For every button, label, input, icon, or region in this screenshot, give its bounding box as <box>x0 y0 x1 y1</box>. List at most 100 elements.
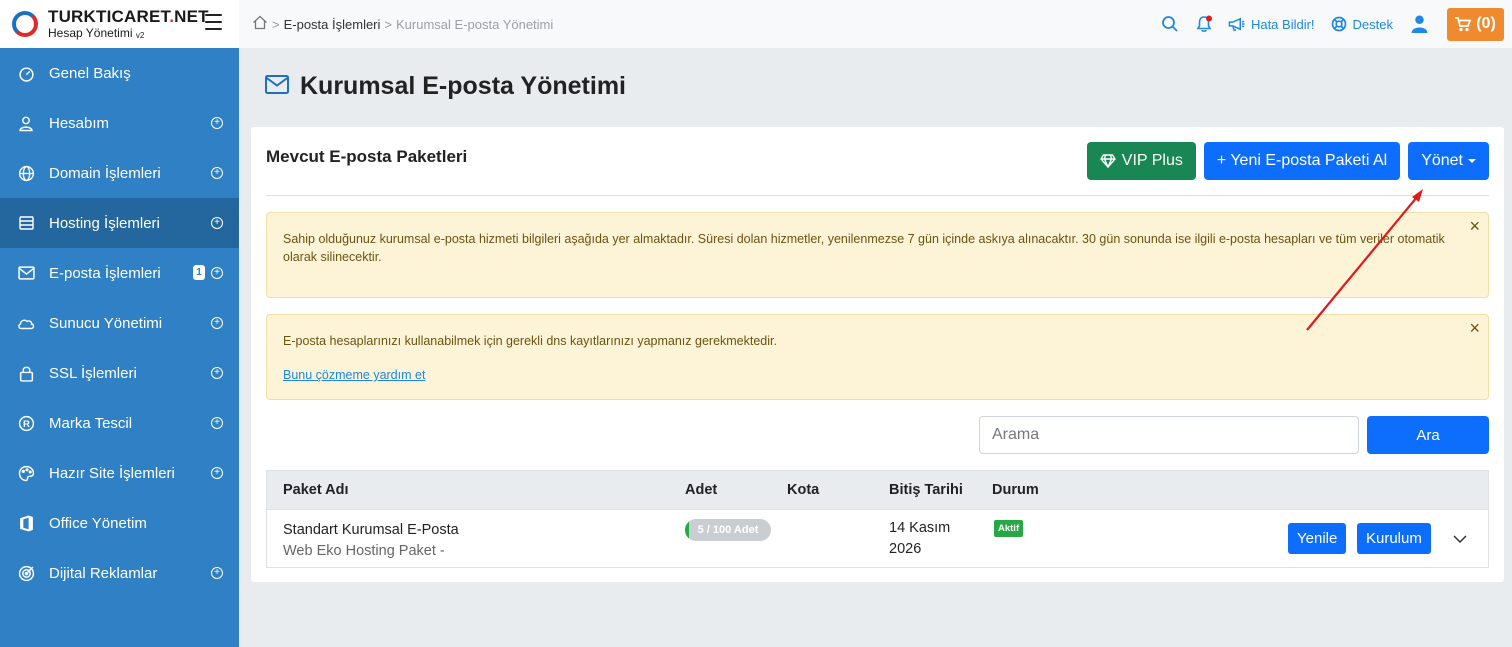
breadcrumb-separator: > <box>384 16 392 32</box>
column-header-status: Durum <box>992 482 1039 498</box>
expand-plus-icon[interactable]: + <box>211 467 223 479</box>
package-subname: Web Eko Hosting Paket - <box>283 543 445 559</box>
manage-dropdown-button[interactable]: Yönet <box>1408 142 1489 180</box>
email-packages-card: Mevcut E-posta Paketleri VIP Plus + Yeni… <box>251 127 1504 582</box>
globe-icon <box>17 164 35 182</box>
expiry-warning-alert: Sahip olduğunuz kurumsal e-posta hizmeti… <box>266 212 1489 298</box>
brand-name-main: TURKTICARET <box>48 7 170 26</box>
envelope-icon <box>265 74 289 99</box>
alert-text: Sahip olduğunuz kurumsal e-posta hizmeti… <box>283 232 1445 264</box>
sidebar-item-hazir-site[interactable]: Hazır Site İşlemleri + <box>0 448 239 498</box>
breadcrumb-current: Kurumsal E-posta Yönetimi <box>396 16 554 32</box>
expand-plus-icon[interactable]: + <box>211 267 223 279</box>
report-bug-label: Hata Bildir! <box>1250 16 1315 32</box>
sidebar-item-label: Hosting İşlemleri <box>49 214 160 232</box>
sidebar-item-hesabim[interactable]: Hesabım + <box>0 98 239 148</box>
package-name: Standart Kurumsal E-Posta <box>283 522 459 538</box>
home-icon[interactable] <box>252 15 268 33</box>
brand-version: v2 <box>135 31 145 40</box>
close-icon[interactable]: × <box>1469 319 1480 337</box>
sidebar-item-label: E-posta İşlemleri <box>49 264 161 282</box>
hamburger-menu-icon[interactable] <box>205 14 222 30</box>
expand-plus-icon[interactable]: + <box>211 417 223 429</box>
sidebar-item-label: SSL İşlemleri <box>49 364 137 382</box>
dashboard-icon <box>17 64 35 82</box>
alert-text: E-posta hesaplarınızı kullanabilmek için… <box>283 334 777 348</box>
breadcrumb-parent[interactable]: E-posta İşlemleri <box>284 17 381 32</box>
sidebar-item-label: Hesabım <box>49 114 110 132</box>
sidebar-item-dijital-reklamlar[interactable]: Dijital Reklamlar + <box>0 548 239 598</box>
report-bug-link[interactable]: Hata Bildir! <box>1228 17 1315 32</box>
brand-logo-icon[interactable] <box>12 11 38 37</box>
brand-name-tld: NET <box>174 7 209 26</box>
cart-button[interactable]: (0) <box>1447 7 1504 41</box>
sidebar-item-hosting[interactable]: Hosting İşlemleri + <box>0 198 239 248</box>
card-title: Mevcut E-posta Paketleri <box>266 147 468 166</box>
page-title: Kurumsal E-posta Yönetimi <box>300 72 626 100</box>
brand-header: TURKTICARET.NET Hesap Yönetimi v2 <box>0 0 239 48</box>
search-input[interactable] <box>979 416 1359 454</box>
page-header: Kurumsal E-posta Yönetimi <box>265 72 626 101</box>
user-icon <box>17 114 35 132</box>
support-link[interactable]: Destek <box>1331 16 1393 32</box>
column-header-end-date: Bitiş Tarihi <box>889 482 963 498</box>
sidebar: TURKTICARET.NET Hesap Yönetimi v2 Genel … <box>0 0 239 647</box>
breadcrumb: > E-posta İşlemleri > Kurumsal E-posta Y… <box>239 15 553 33</box>
envelope-icon <box>17 264 35 282</box>
status-badge: Aktif <box>994 520 1024 537</box>
target-icon <box>17 564 35 582</box>
sidebar-item-domain[interactable]: Domain İşlemleri + <box>0 148 239 198</box>
sidebar-item-label: Domain İşlemleri <box>49 164 161 182</box>
sidebar-item-eposta[interactable]: E-posta İşlemleri 1 + <box>0 248 239 298</box>
top-bar: > E-posta İşlemleri > Kurumsal E-posta Y… <box>239 0 1512 48</box>
table-header: Paket Adı Adet Kota Bitiş Tarihi Durum <box>267 471 1488 509</box>
chevron-down-icon[interactable] <box>1453 532 1467 544</box>
vip-plus-label: VIP Plus <box>1121 152 1183 169</box>
packages-table: Paket Adı Adet Kota Bitiş Tarihi Durum S… <box>266 470 1489 568</box>
brand-subtitle: Hesap Yönetimi v2 <box>48 27 209 40</box>
expand-plus-icon[interactable]: + <box>211 567 223 579</box>
help-link[interactable]: Bunu çözmeme yardım et <box>283 366 425 384</box>
column-header-name: Paket Adı <box>283 482 349 498</box>
new-email-package-button[interactable]: + Yeni E-posta Paketi Al <box>1203 142 1401 180</box>
svg-text:R: R <box>23 419 30 430</box>
setup-button[interactable]: Kurulum <box>1357 523 1431 554</box>
dns-warning-alert: E-posta hesaplarınızı kullanabilmek için… <box>266 314 1489 400</box>
expand-plus-icon[interactable]: + <box>211 117 223 129</box>
brand-subtitle-text: Hesap Yönetimi <box>48 26 133 40</box>
sidebar-item-label: Dijital Reklamlar <box>49 564 158 582</box>
top-actions: Hata Bildir! Destek (0) <box>1160 0 1504 48</box>
vip-plus-button[interactable]: VIP Plus <box>1086 142 1196 180</box>
sidebar-item-marka-tescil[interactable]: R Marka Tescil + <box>0 398 239 448</box>
expand-plus-icon[interactable]: + <box>211 217 223 229</box>
sidebar-item-genel-bakis[interactable]: Genel Bakış <box>0 48 239 98</box>
office-icon <box>17 514 35 532</box>
expand-plus-icon[interactable]: + <box>211 167 223 179</box>
search-icon[interactable] <box>1160 14 1180 34</box>
end-date-line1: 14 Kasım <box>889 520 951 536</box>
renew-button[interactable]: Yenile <box>1288 523 1347 554</box>
search-button[interactable]: Ara <box>1367 416 1489 454</box>
manage-label: Yönet <box>1421 152 1463 169</box>
lock-icon <box>17 364 35 382</box>
palette-icon <box>17 464 35 482</box>
expand-plus-icon[interactable]: + <box>211 317 223 329</box>
close-icon[interactable]: × <box>1469 217 1480 235</box>
registered-icon: R <box>17 414 35 432</box>
sidebar-item-label: Genel Bakış <box>49 64 131 82</box>
usage-label: 5 / 100 Adet <box>697 524 759 536</box>
caret-down-icon <box>1468 159 1476 163</box>
package-name-cell: Standart Kurumsal E-Posta Web Eko Hostin… <box>283 520 459 562</box>
sidebar-item-sunucu[interactable]: Sunucu Yönetimi + <box>0 298 239 348</box>
cart-count: (0) <box>1476 15 1496 32</box>
support-label: Destek <box>1352 16 1393 32</box>
user-account-icon[interactable] <box>1409 14 1429 34</box>
sidebar-item-office[interactable]: Office Yönetim <box>0 498 239 548</box>
diamond-icon <box>1099 154 1116 168</box>
bell-icon[interactable] <box>1194 14 1214 34</box>
brand-name: TURKTICARET.NET <box>48 8 209 25</box>
sidebar-item-ssl[interactable]: SSL İşlemleri + <box>0 348 239 398</box>
expand-plus-icon[interactable]: + <box>211 367 223 379</box>
end-date-cell: 14 Kasım 2026 <box>889 518 950 560</box>
brand-text[interactable]: TURKTICARET.NET Hesap Yönetimi v2 <box>48 8 209 40</box>
